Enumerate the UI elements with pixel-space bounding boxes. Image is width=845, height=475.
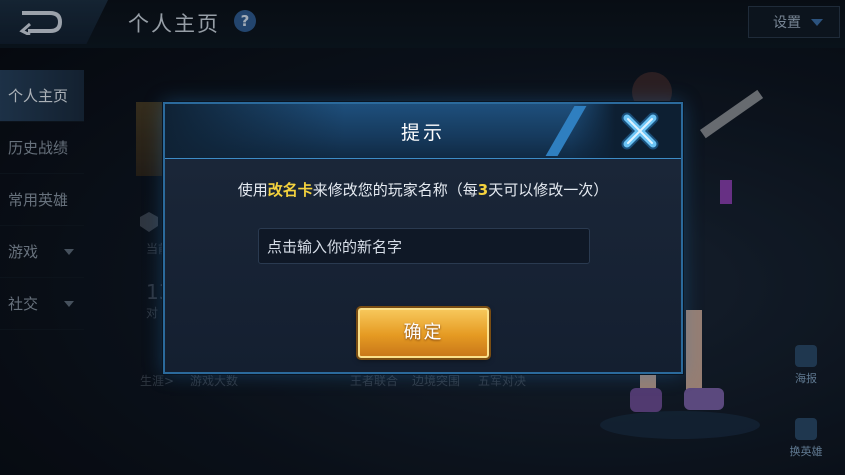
game-screen: 个人主页 ? 设置 个人主页 历史战绩 常用英雄 游戏 社交 当前 13 对 生… <box>0 0 845 475</box>
rename-dialog: 提示 使用改名卡来修改您的玩家名称（每3天可以修改一次） 点击输入你的新名字 确… <box>163 102 683 374</box>
rename-message: 使用改名卡来修改您的玩家名称（每3天可以修改一次） <box>235 180 611 201</box>
dialog-body: 使用改名卡来修改您的玩家名称（每3天可以修改一次） 点击输入你的新名字 确定 <box>165 160 681 372</box>
close-icon <box>621 112 659 150</box>
close-button[interactable] <box>619 110 661 152</box>
message-prefix: 使用 <box>237 181 268 199</box>
message-mid: 来修改您的玩家名称（每 <box>312 181 478 199</box>
dialog-header: 提示 <box>165 104 681 159</box>
new-name-input[interactable]: 点击输入你的新名字 <box>258 228 590 264</box>
rename-card-highlight: 改名卡 <box>267 181 313 199</box>
message-suffix: 天可以修改一次） <box>488 181 609 199</box>
confirm-button[interactable]: 确定 <box>358 308 489 358</box>
dialog-title: 提示 <box>400 122 445 144</box>
days-highlight: 3 <box>477 181 489 199</box>
